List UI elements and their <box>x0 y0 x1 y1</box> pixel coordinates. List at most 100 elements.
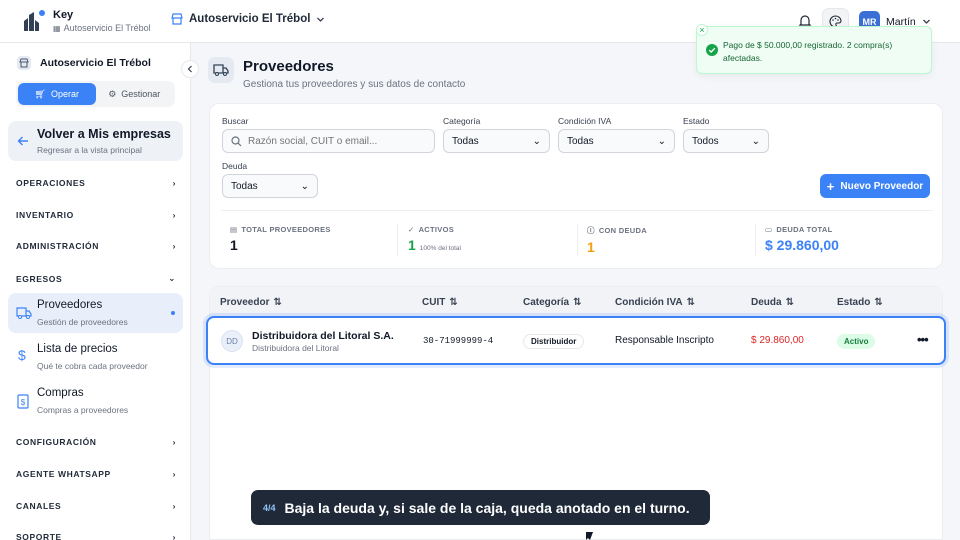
section-label: ADMINISTRACIÓN <box>16 241 100 251</box>
stat-value: 1 <box>587 239 595 255</box>
sidebar-store: Autoservicio El Trébol <box>16 55 151 71</box>
column-label: Deuda <box>751 297 782 308</box>
column-header-iva[interactable]: Condición IVA ⇅ <box>615 297 695 308</box>
table-row[interactable]: DD Distribuidora del Litoral S.A. Distri… <box>206 316 946 365</box>
store-switcher-label: Autoservicio El Trébol <box>189 13 311 25</box>
chevron-down-icon: ⌄ <box>532 135 541 147</box>
truck-icon <box>208 57 234 83</box>
section-egresos[interactable]: EGRESOS ⌄ <box>16 273 176 284</box>
chevron-right-icon: › <box>172 241 176 251</box>
stat-con-deuda: ⓘ CON DEUDA 1 <box>587 225 647 255</box>
more-actions-icon[interactable]: ••• <box>917 332 929 347</box>
estado-select[interactable]: Todos ⌄ <box>683 129 769 153</box>
section-soporte[interactable]: SOPORTE › <box>16 532 176 540</box>
categoria-value: Todas <box>452 135 479 147</box>
mode-operar-button[interactable]: 🛒︎ Operar <box>18 83 96 105</box>
mouse-cursor-icon <box>586 532 593 540</box>
chevron-right-icon: › <box>172 501 176 511</box>
sidebar-item-sub: Gestión de proveedores <box>37 317 128 327</box>
mode-toggle: 🛒︎ Operar ⚙︎ Gestionar <box>16 81 175 107</box>
sort-icon: ⇅ <box>449 297 458 308</box>
iva-select[interactable]: Todas ⌄ <box>558 129 675 153</box>
column-header-deuda[interactable]: Deuda ⇅ <box>751 297 794 308</box>
check-circle-icon: ✓ <box>408 225 415 234</box>
section-label: OPERACIONES <box>16 178 86 188</box>
page-title: Proveedores <box>243 58 334 75</box>
chevron-left-icon <box>187 65 192 73</box>
sidebar-item-lista-precios[interactable]: $ Lista de precios Qué te cobra cada pro… <box>8 337 183 377</box>
chevron-down-icon <box>922 19 930 24</box>
collapse-sidebar-button[interactable] <box>181 60 199 78</box>
section-operaciones[interactable]: OPERACIONES › <box>16 178 176 188</box>
supplier-cuit: 30-71999999-4 <box>423 336 494 346</box>
stat-activos: ✓ ACTIVOS 1 100% del total <box>408 225 461 253</box>
deuda-select[interactable]: Todas ⌄ <box>222 174 318 198</box>
stat-value: 1 <box>408 237 416 253</box>
stat-total: ▤ TOTAL PROVEEDORES 1 <box>230 225 331 253</box>
page-subtitle: Gestiona tus proveedores y sus datos de … <box>243 79 466 90</box>
toast-message: Pago de $ 50.000,00 registrado. 2 compra… <box>723 40 893 63</box>
search-field[interactable] <box>222 129 435 153</box>
caption-step: 4/4 <box>263 502 276 513</box>
stat-note: 100% del total <box>419 245 461 252</box>
wallet-icon: ▭ <box>765 225 773 234</box>
search-label: Buscar <box>222 116 249 126</box>
new-supplier-button[interactable]: + Nuevo Proveedor <box>820 174 930 198</box>
estado-label: Estado <box>683 116 710 126</box>
back-to-companies[interactable]: Volver a Mis empresas Regresar a la vist… <box>8 121 183 161</box>
search-input[interactable] <box>248 135 418 147</box>
stat-label: ACTIVOS <box>418 225 455 234</box>
sort-icon: ⇅ <box>874 297 883 308</box>
divider <box>755 224 756 256</box>
dollar-icon: $ <box>18 347 26 363</box>
column-header-cuit[interactable]: CUIT ⇅ <box>422 297 458 308</box>
section-label: AGENTE WHATSAPP <box>16 469 111 479</box>
chevron-right-icon: › <box>172 437 176 447</box>
store-icon <box>171 13 183 25</box>
store-switcher[interactable]: Autoservicio El Trébol <box>171 13 325 25</box>
stat-value: 1 <box>230 237 238 253</box>
supplier-iva: Responsable Inscripto <box>615 335 714 346</box>
stat-label: CON DEUDA <box>598 226 647 235</box>
new-supplier-label: Nuevo Proveedor <box>840 180 924 192</box>
store-icon: ▦ <box>53 23 61 33</box>
sidebar-item-sub: Compras a proveedores <box>37 405 129 415</box>
brand-store: Autoservicio El Trébol <box>63 23 151 33</box>
sidebar-item-proveedores[interactable]: Proveedores Gestión de proveedores <box>8 293 183 333</box>
truck-icon <box>16 307 32 319</box>
svg-text:$: $ <box>21 398 26 407</box>
table-header: Proveedor ⇅ CUIT ⇅ Categoría ⇅ Condición IV… <box>210 287 942 317</box>
plus-icon: + <box>826 178 835 194</box>
cart-icon: 🛒︎ <box>34 88 46 99</box>
section-configuracion[interactable]: CONFIGURACIÓN › <box>16 437 176 447</box>
section-inventario[interactable]: INVENTARIO › <box>16 210 176 220</box>
section-administracion[interactable]: ADMINISTRACIÓN › <box>16 241 176 251</box>
caption-text: Baja la deuda y, si sale de la caja, que… <box>284 499 690 516</box>
receipt-icon: $ <box>17 394 29 409</box>
column-label: Proveedor <box>220 297 270 308</box>
close-icon[interactable]: × <box>696 24 708 36</box>
column-label: Condición IVA <box>615 297 683 308</box>
sort-icon: ⇅ <box>785 297 794 308</box>
store-icon <box>17 56 31 70</box>
arrow-left-icon <box>17 136 28 146</box>
column-header-categoria[interactable]: Categoría ⇅ <box>523 297 582 308</box>
categoria-select[interactable]: Todas ⌄ <box>443 129 550 153</box>
sidebar-item-title: Proveedores <box>37 299 103 311</box>
mode-gestionar-button[interactable]: ⚙︎ Gestionar <box>96 83 174 105</box>
iva-value: Todas <box>567 135 594 147</box>
section-label: CONFIGURACIÓN <box>16 437 97 447</box>
stat-deuda-total: ▭ DEUDA TOTAL $ 29.860,00 <box>765 225 839 253</box>
column-header-estado[interactable]: Estado ⇅ <box>837 297 883 308</box>
divider <box>397 224 398 256</box>
sidebar: Autoservicio El Trébol 🛒︎ Operar ⚙︎ Gestio… <box>0 43 191 540</box>
section-agente-whatsapp[interactable]: AGENTE WHATSAPP › <box>16 469 176 479</box>
section-canales[interactable]: CANALES › <box>16 501 176 511</box>
sidebar-item-compras[interactable]: $ Compras Compras a proveedores <box>8 381 183 421</box>
column-header-proveedor[interactable]: Proveedor ⇅ <box>220 297 282 308</box>
iva-label: Condición IVA <box>558 116 612 126</box>
success-toast: × Pago de $ 50.000,00 registrado. 2 comp… <box>696 24 932 74</box>
alert-circle-icon: ⓘ <box>587 226 595 235</box>
sidebar-item-sub: Qué te cobra cada proveedor <box>37 361 148 371</box>
section-label: INVENTARIO <box>16 210 74 220</box>
